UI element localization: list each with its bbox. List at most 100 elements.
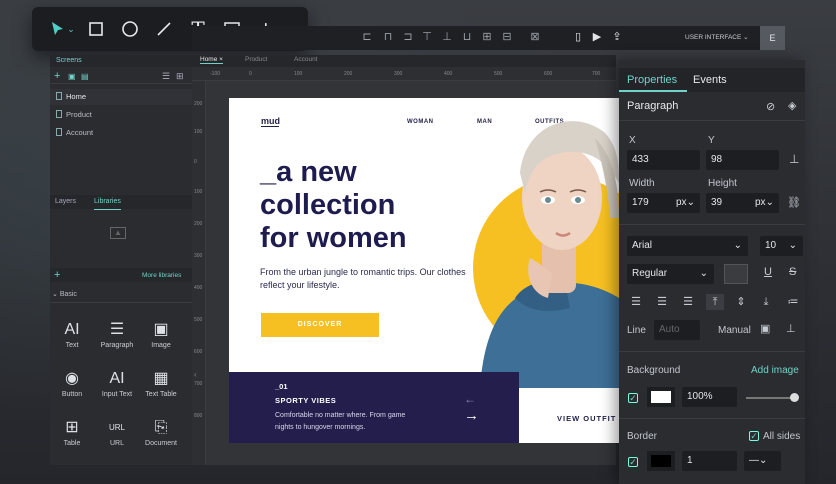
hero-subtitle[interactable]: From the urban jungle to romantic trips.…	[260, 266, 470, 292]
screen-item-home[interactable]: Home	[50, 89, 192, 105]
component-text[interactable]: AI Text	[50, 318, 94, 364]
divider	[50, 302, 192, 303]
avatar[interactable]: E	[760, 26, 785, 50]
nav-woman[interactable]: WOMAN	[407, 119, 434, 125]
screen-item-account[interactable]: Account	[50, 125, 192, 141]
size-icon[interactable]: ⊠	[529, 31, 541, 43]
valign-bottom-icon[interactable]: ⤓	[757, 294, 775, 310]
tab-libraries[interactable]: Libraries	[94, 195, 121, 210]
screen-image-icon[interactable]: ▣	[68, 72, 76, 81]
arrow-left-icon[interactable]: ←	[464, 392, 476, 406]
valign-top-icon[interactable]: ⤒	[706, 294, 724, 310]
opacity-slider-handle[interactable]	[790, 393, 799, 402]
component-url[interactable]: URL URL	[95, 416, 139, 462]
hero-heading[interactable]: _a new collection for women	[260, 156, 490, 255]
distribute-v-icon[interactable]: ⊟	[501, 31, 513, 43]
layers-icon[interactable]: ◈	[788, 99, 796, 112]
screen-item-product[interactable]: Product	[50, 107, 192, 123]
tab-properties[interactable]: Properties	[627, 74, 677, 86]
component-document[interactable]: ⎘ Document	[139, 416, 183, 462]
divider	[619, 120, 805, 121]
close-icon[interactable]: ×	[219, 56, 223, 63]
line-height-input[interactable]: Auto	[654, 320, 700, 340]
align-middle-icon[interactable]: ⊥	[441, 31, 453, 43]
mobile-icon[interactable]: ▯	[572, 31, 584, 43]
background-color-swatch[interactable]	[647, 387, 675, 407]
underline-icon[interactable]: U	[764, 266, 772, 278]
tab-account[interactable]: Account	[294, 56, 318, 63]
basic-section-header[interactable]: ⌄ Basic	[52, 290, 77, 298]
add-screen-icon[interactable]: +	[54, 70, 60, 82]
resize-box-icon[interactable]: ▣	[760, 322, 770, 335]
component-button[interactable]: ◉ Button	[50, 367, 94, 413]
play-icon[interactable]: ▶	[591, 31, 603, 43]
discover-button[interactable]: DISCOVER	[261, 313, 379, 337]
ruler-tick: 200	[344, 71, 353, 77]
tab-product[interactable]: Product	[245, 56, 267, 63]
border-width-input[interactable]: 1	[682, 451, 737, 471]
ellipse-icon[interactable]	[114, 13, 146, 45]
valign-middle-icon[interactable]: ⇕	[732, 294, 750, 310]
line-icon[interactable]	[148, 13, 180, 45]
divider	[619, 418, 805, 419]
rectangle-icon[interactable]	[80, 13, 112, 45]
align-bottom-icon[interactable]: ⊔	[461, 31, 473, 43]
align-left-icon[interactable]: ⊏	[361, 31, 373, 43]
component-image[interactable]: ▣ Image	[139, 318, 183, 364]
text-align-right-icon[interactable]: ☰	[679, 294, 697, 310]
pin-icon[interactable]: ⊥	[789, 152, 799, 166]
strikethrough-icon[interactable]: S	[789, 266, 796, 278]
folder-icon[interactable]: ▤	[81, 72, 89, 81]
align-top-icon[interactable]: ⊤	[421, 31, 433, 43]
background-checkbox[interactable]: ✓	[628, 393, 638, 403]
screens-tab[interactable]: Screens	[50, 55, 192, 67]
list-icon[interactable]: ≔	[784, 294, 802, 310]
collapse-panel-icon[interactable]: ‹	[194, 370, 197, 379]
width-unit-select[interactable]: px⌄	[676, 197, 695, 208]
add-library-icon[interactable]: +	[54, 268, 60, 282]
user-interface-menu[interactable]: USER INTERFACE ⌄	[685, 33, 749, 41]
font-family-select[interactable]: Arial ⌄	[627, 236, 748, 256]
x-input[interactable]: 433	[627, 150, 700, 170]
auto-height-icon[interactable]: ⊥	[786, 322, 796, 335]
tab-home[interactable]: Home ×	[200, 56, 223, 64]
model-photo[interactable]	[470, 98, 619, 388]
border-checkbox[interactable]: ✓	[628, 457, 638, 467]
component-label: Document	[145, 440, 177, 447]
grid-view-icon[interactable]: ⊞	[176, 71, 184, 82]
distribute-h-icon[interactable]: ⊞	[481, 31, 493, 43]
tab-events[interactable]: Events	[693, 74, 727, 86]
ruler-tick: 700	[194, 381, 203, 387]
visibility-icon[interactable]: ⊘	[766, 100, 775, 113]
all-sides-checkbox[interactable]: ✓	[749, 431, 759, 441]
ruler-tick: 800	[194, 413, 203, 419]
text-color-swatch[interactable]	[724, 264, 748, 284]
text-component-icon: AI	[64, 321, 80, 338]
tab-layers[interactable]: Layers	[55, 195, 76, 209]
text-align-center-icon[interactable]: ☰	[653, 294, 671, 310]
link-icon[interactable]: ⛓	[787, 196, 801, 209]
background-opacity-input[interactable]: 100%	[682, 387, 737, 407]
select-arrow-icon[interactable]: ⌄	[46, 13, 78, 45]
list-view-icon[interactable]: ☰	[162, 71, 170, 82]
more-libraries-link[interactable]: More libraries	[142, 269, 181, 283]
align-right-icon[interactable]: ⊐	[402, 31, 414, 43]
add-image-link[interactable]: Add image	[751, 365, 799, 376]
component-input-text[interactable]: AI Input Text	[95, 367, 139, 413]
opacity-slider-track[interactable]	[746, 397, 796, 399]
view-outfit-link[interactable]: VIEW OUTFIT	[557, 414, 616, 423]
font-weight-select[interactable]: Regular ⌄	[627, 264, 714, 284]
height-unit-select[interactable]: px⌄	[755, 197, 774, 208]
component-table[interactable]: ⊞ Table	[50, 416, 94, 462]
component-text-table[interactable]: ▦ Text Table	[139, 367, 183, 413]
align-center-icon[interactable]: ⊓	[382, 31, 394, 43]
share-icon[interactable]: ⇪	[611, 31, 623, 43]
component-paragraph[interactable]: ☰ Paragraph	[95, 318, 139, 364]
text-align-left-icon[interactable]: ☰	[627, 294, 645, 310]
border-color-swatch[interactable]	[647, 451, 675, 471]
border-style-select[interactable]: —⌄	[744, 451, 781, 471]
y-input[interactable]: 98	[706, 150, 779, 170]
band-number: _01	[275, 382, 288, 391]
font-size-select[interactable]: 10 ⌄	[760, 236, 803, 256]
arrow-right-icon[interactable]: →	[464, 407, 479, 424]
